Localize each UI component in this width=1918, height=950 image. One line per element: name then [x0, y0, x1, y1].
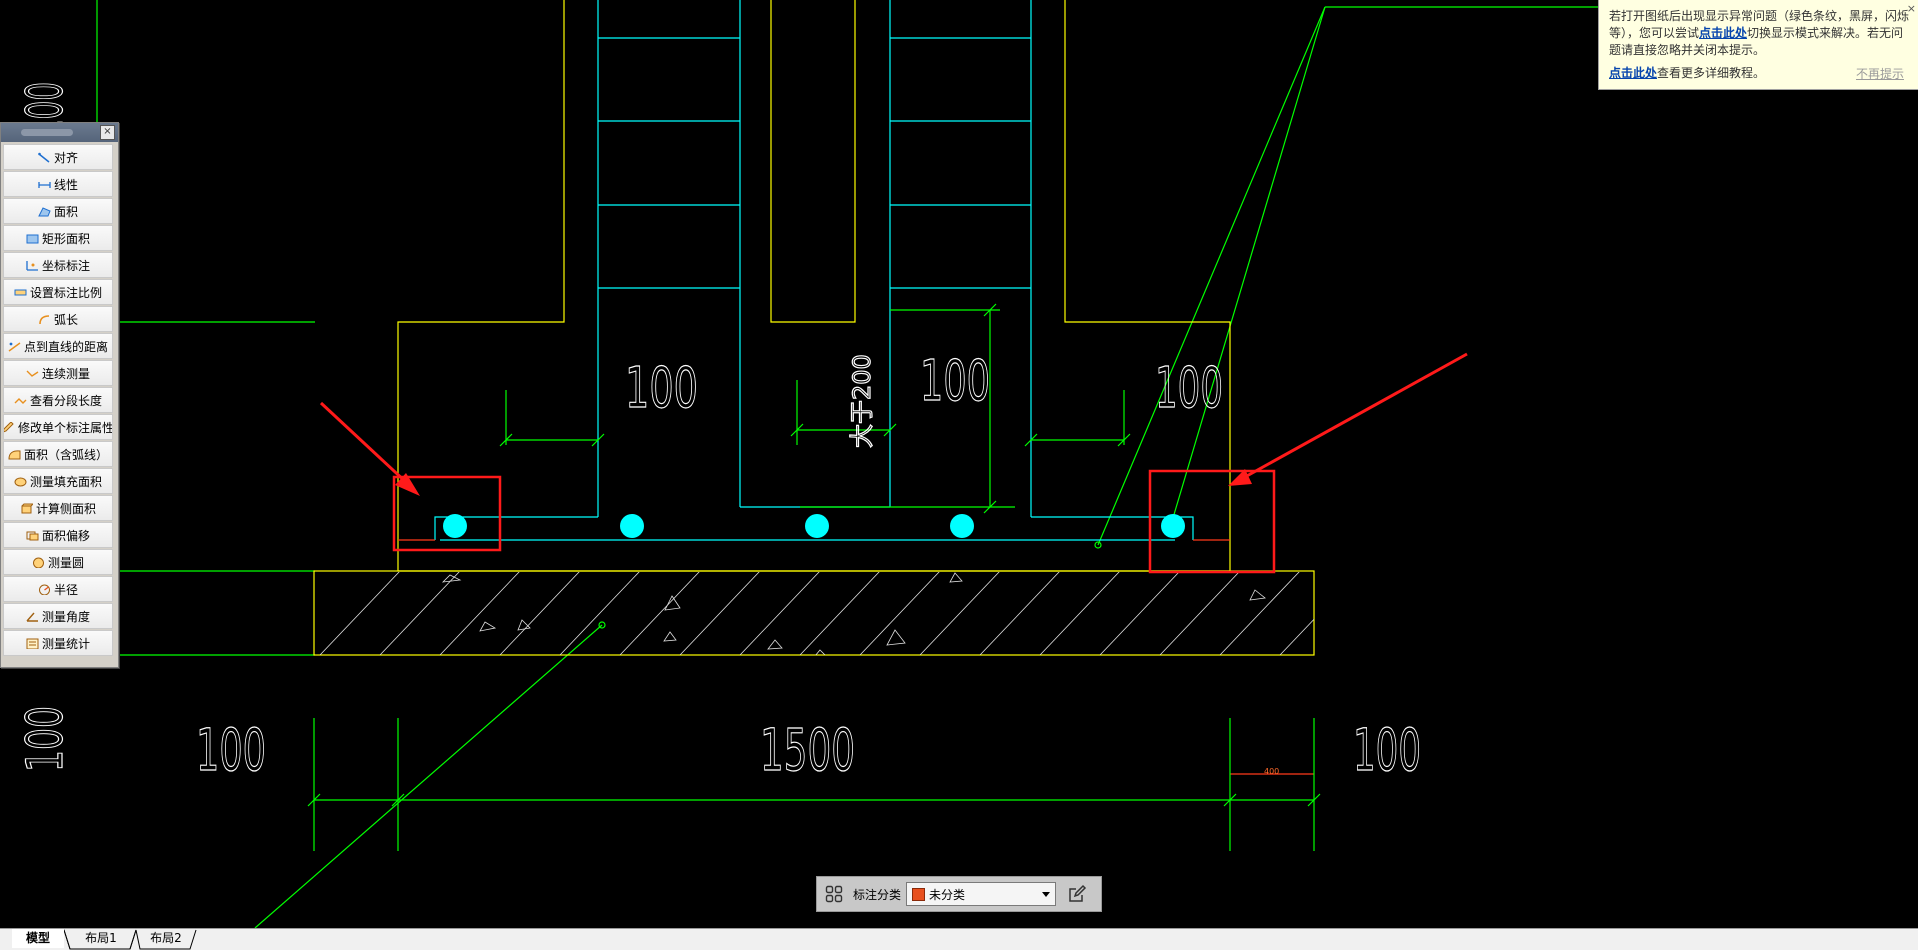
palette-item-label: 测量填充面积: [29, 474, 102, 489]
palette-item-label: 测量圆: [47, 555, 84, 570]
palette-item-scale[interactable]: 设置标注比例: [3, 279, 113, 305]
notice-line1: 若打开图纸后出现显示异常问题（绿色条纹，黑屏，闪烁等），您可以尝试点击此处切换显…: [1609, 8, 1910, 59]
category-color-swatch: [912, 887, 926, 901]
angle-icon: [26, 611, 39, 622]
layout-tab-bar: 模型 布局1 布局2: [0, 928, 1918, 950]
palette-item-label: 弧长: [53, 312, 78, 327]
arc-length-icon: [38, 314, 51, 325]
linear-dim-icon: [38, 179, 51, 190]
palette-item-label: 矩形面积: [41, 231, 90, 246]
palette-item-edit-dim[interactable]: 修改单个标注属性: [3, 414, 113, 440]
category-label: 标注分类: [853, 887, 902, 902]
dim-text-top-left: 100: [625, 356, 698, 421]
segment-icon: [14, 395, 27, 406]
palette-item-label: 设置标注比例: [29, 285, 102, 300]
coordinate-icon: [26, 260, 39, 271]
red-arrow-right: [1228, 352, 1468, 486]
palette-item-point-line[interactable]: 点到直线的距离: [3, 333, 113, 359]
palette-item-label: 点到直线的距离: [23, 339, 108, 354]
rect-area-icon: [26, 233, 39, 244]
arc-area-icon: [8, 449, 21, 460]
stats-icon: [26, 638, 39, 649]
palette-item-rect-area[interactable]: 矩形面积: [3, 225, 113, 251]
area-icon: [38, 206, 51, 217]
palette-item-continuous[interactable]: 连续测量: [3, 360, 113, 386]
palette-item-label: 线性: [53, 177, 78, 192]
palette-item-label: 测量角度: [41, 609, 90, 624]
palette-item-label: 对齐: [53, 150, 78, 165]
measure-tool-palette: × 对齐线性面积矩形面积坐标标注设置标注比例 弧长点到直线的距离 连续测量查看分段长…: [0, 122, 119, 668]
palette-item-label: 计算侧面积: [35, 501, 96, 516]
rebar-structure: [434, 0, 1194, 541]
palette-item-label: 半径: [53, 582, 78, 597]
area-offset-icon: [26, 530, 39, 541]
category-select[interactable]: 未分类: [906, 882, 1057, 906]
side-area-icon: [20, 503, 33, 514]
palette-item-side-area[interactable]: 计算侧面积: [3, 495, 113, 521]
palette-item-arc-length[interactable]: 弧长: [3, 306, 113, 332]
edit-icon[interactable]: [1065, 882, 1089, 906]
dim-text-bottom-center: 1500: [760, 716, 855, 784]
notice-dismiss-link[interactable]: 不再提示: [1856, 66, 1904, 83]
palette-item-fill-area[interactable]: 测量填充面积: [3, 468, 113, 494]
palette-item-arc-area[interactable]: 面积（含弧线）: [3, 441, 113, 467]
grid-icon[interactable]: [823, 883, 845, 905]
palette-item-area[interactable]: 面积: [3, 198, 113, 224]
palette-item-radius[interactable]: 半径: [3, 576, 113, 602]
continuous-icon: [26, 368, 39, 379]
palette-item-align[interactable]: 对齐: [3, 144, 113, 170]
chevron-down-icon: [1042, 892, 1051, 897]
dim-text-top-right: 100: [1155, 356, 1223, 421]
green-lines: [96, 0, 1598, 928]
palette-item-label: 连续测量: [41, 366, 90, 381]
palette-title-blurred: [21, 129, 73, 136]
palette-close-icon[interactable]: ×: [100, 125, 115, 140]
palette-item-coordinate[interactable]: 坐标标注: [3, 252, 113, 278]
notice-link-tutorial[interactable]: 点击此处: [1609, 66, 1657, 80]
palette-item-label: 坐标标注: [41, 258, 90, 273]
point-line-icon: [8, 341, 21, 352]
tab-layout2[interactable]: 布局2: [138, 929, 194, 948]
dimension-texts: 100 100 100 大于200 100 1500 100 100 100 4…: [15, 81, 1421, 784]
tab-model[interactable]: 模型: [12, 929, 64, 948]
dim-text-small-right: 400: [1264, 767, 1279, 776]
palette-item-stats[interactable]: 测量统计: [3, 630, 113, 656]
dim-text-bottom-right: 100: [1353, 716, 1421, 784]
palette-item-circle[interactable]: 测量圆: [3, 549, 113, 575]
palette-item-label: 查看分段长度: [29, 393, 102, 408]
palette-item-label: 修改单个标注属性: [18, 420, 113, 435]
circle-icon: [32, 557, 45, 568]
dim-text-vertical: 大于200: [848, 354, 876, 448]
palette-item-segment[interactable]: 查看分段长度: [3, 387, 113, 413]
red-arrow-left: [319, 401, 420, 496]
dim-text-bottom-left: 100: [196, 716, 266, 784]
palette-item-area-offset[interactable]: 面积偏移: [3, 522, 113, 548]
display-issue-notice: × 若打开图纸后出现显示异常问题（绿色条纹，黑屏，闪烁等），您可以尝试点击此处切…: [1598, 0, 1918, 90]
palette-item-label: 面积偏移: [41, 528, 90, 543]
notice-close-icon[interactable]: ×: [1907, 0, 1916, 17]
align-icon: [38, 152, 51, 163]
palette-item-list: 对齐线性面积矩形面积坐标标注设置标注比例 弧长点到直线的距离 连续测量查看分段长度修…: [3, 144, 113, 657]
fill-area-icon: [14, 476, 27, 487]
palette-titlebar[interactable]: ×: [1, 123, 118, 142]
palette-item-label: 面积（含弧线）: [23, 447, 108, 462]
category-selected-value: 未分类: [929, 887, 966, 902]
palette-item-linear-dim[interactable]: 线性: [3, 171, 113, 197]
palette-item-angle[interactable]: 测量角度: [3, 603, 113, 629]
palette-item-label: 面积: [53, 204, 78, 219]
tab-layout1[interactable]: 布局1: [72, 929, 130, 948]
palette-item-label: 测量统计: [41, 636, 90, 651]
edit-dim-icon: [4, 421, 15, 433]
radius-icon: [38, 584, 51, 595]
cad-drawing-canvas[interactable]: 100 100 100 大于200 100 1500 100 100 100 4…: [0, 0, 1918, 928]
notice-link-switch-mode[interactable]: 点击此处: [1699, 26, 1747, 40]
notice-text-c: 查看更多详细教程。: [1657, 66, 1766, 80]
highlight-boxes: [392, 469, 1276, 574]
dim-text-left-vertical-lower: 100: [16, 706, 74, 772]
foundation-outline: [313, 0, 1315, 656]
scale-icon: [14, 287, 27, 298]
concrete-hatch: [319, 572, 1314, 655]
dim-text-top-center: 100: [920, 349, 990, 414]
annotation-category-bar: 标注分类 未分类: [816, 876, 1102, 912]
